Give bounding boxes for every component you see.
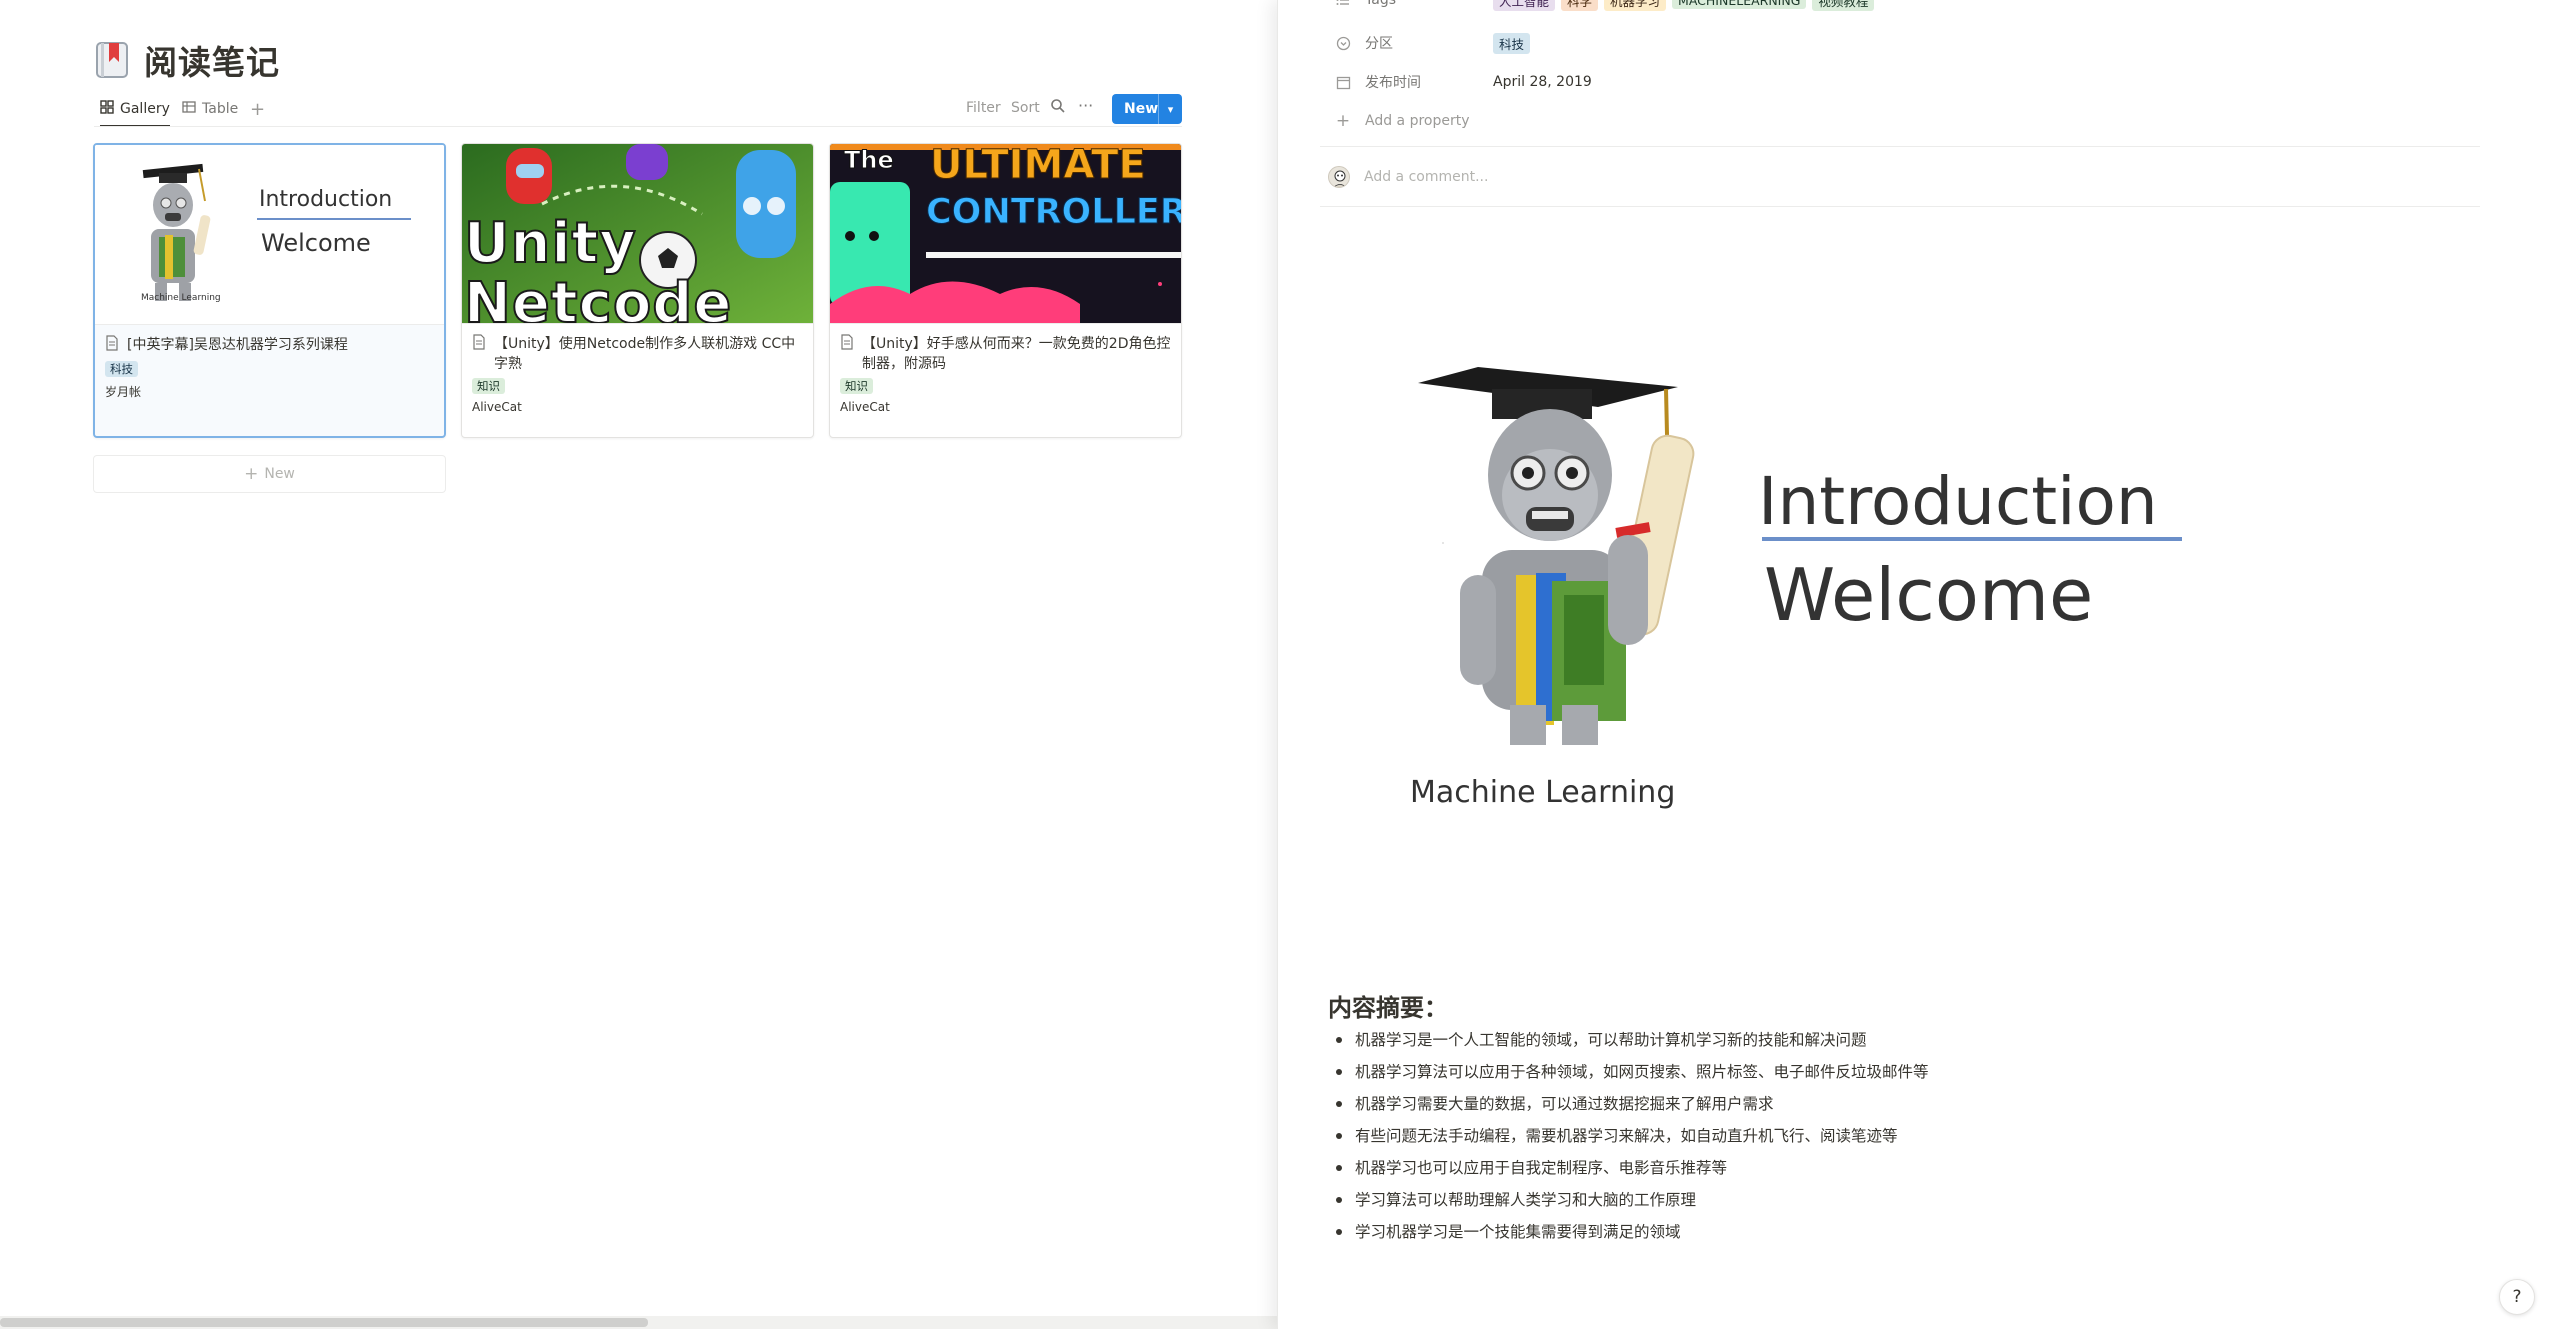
property-label: 发布时间 xyxy=(1365,75,1421,91)
tag-chip: MACHINELEARNING xyxy=(1672,0,1807,9)
card-meta: [中英字幕]吴恩达机器学习系列课程 科技 岁月帐 xyxy=(95,325,444,400)
sort-button[interactable]: Sort xyxy=(1011,100,1040,116)
table-icon xyxy=(182,100,196,118)
document-icon xyxy=(840,334,854,374)
tag-chip: 科学 xyxy=(1561,0,1599,11)
search-icon[interactable] xyxy=(1050,98,1066,118)
hero-heading: Introduction xyxy=(1758,463,2158,540)
tab-table-label: Table xyxy=(202,101,239,117)
comment-box[interactable]: Add a comment... xyxy=(1328,166,1488,188)
list-item[interactable]: 有些问题无法手动编程，需要机器学习来解决，如自动直升机飞行、阅读笔迹等 xyxy=(1333,1120,1929,1152)
divider xyxy=(1320,146,2480,147)
hero-image: Introduction Welcome Machine Learning xyxy=(1398,345,2298,905)
list-icon xyxy=(1333,0,1353,7)
card-title: [中英字幕]吴恩达机器学习系列课程 xyxy=(105,335,434,357)
card-tag: 知识 xyxy=(840,378,873,394)
card-cover-sub: Welcome xyxy=(261,229,371,257)
summary-heading[interactable]: 内容摘要： xyxy=(1328,988,1448,1023)
list-item[interactable]: 学习机器学习是一个技能集需要得到满足的领域 xyxy=(1333,1216,1929,1248)
page-title: 阅读笔记 xyxy=(94,36,280,84)
category-chip: 科技 xyxy=(1493,32,1531,54)
plus-icon: + xyxy=(1335,111,1351,131)
tab-gallery-label: Gallery xyxy=(120,101,170,117)
tag-chip: 人工智能 xyxy=(1493,0,1556,11)
gallery-icon xyxy=(100,100,114,118)
add-new-card-button[interactable]: + New xyxy=(93,455,446,493)
card-cover-text-2: ULTIMATE xyxy=(930,144,1147,189)
card-cover-text: Unity Netcode xyxy=(463,211,733,324)
card-title-text: 【Unity】使用Netcode制作多人联机游戏 CC中字熟 xyxy=(494,336,796,372)
gallery-card[interactable]: The ULTIMATE CONTROLLER 【Unity】好手感从何而来？一… xyxy=(829,143,1182,438)
comment-placeholder: Add a comment... xyxy=(1364,169,1489,185)
card-cover-text-1: The xyxy=(844,146,895,175)
add-property-label: Add a property xyxy=(1365,113,1470,129)
chevron-down-icon[interactable]: ▾ xyxy=(1159,103,1182,116)
avatar xyxy=(1328,166,1350,188)
tab-table[interactable]: Table xyxy=(182,96,238,122)
add-property-button[interactable]: + Add a property xyxy=(1333,109,1470,133)
plus-icon: + xyxy=(250,98,266,120)
card-title: 【Unity】好手感从何而来？一款免费的2D角色控制器，附源码 xyxy=(840,334,1171,374)
list-item[interactable]: 机器学习需要大量的数据，可以通过数据挖掘来了解用户需求 xyxy=(1333,1088,1929,1120)
property-value: April 28, 2019 xyxy=(1493,74,1592,90)
hero-caption: Machine Learning xyxy=(1410,775,1676,810)
property-date[interactable]: 发布时间 April 28, 2019 xyxy=(1333,70,1592,94)
card-cover: Unity Netcode xyxy=(462,144,813,324)
card-cover-text-3: CONTROLLER xyxy=(926,192,1181,233)
property-tags[interactable]: Tags 人工智能 科学 机器学习 MACHINELEARNING 视频教程 xyxy=(1333,0,1875,12)
document-icon xyxy=(105,335,119,357)
card-meta: 【Unity】好手感从何而来？一款免费的2D角色控制器，附源码 知识 Alive… xyxy=(830,324,1181,414)
card-cover: The ULTIMATE CONTROLLER xyxy=(830,144,1181,324)
select-circle-icon xyxy=(1333,36,1353,51)
add-new-label: New xyxy=(264,466,295,482)
help-button[interactable]: ? xyxy=(2499,1279,2535,1315)
list-item[interactable]: 机器学习算法可以应用于各种领域，如网页搜索、照片标签、电子邮件反垃圾邮件等 xyxy=(1333,1056,1929,1088)
view-bar: Gallery Table + Filter Sort ··· New ▾ xyxy=(94,92,1182,127)
card-title: 【Unity】使用Netcode制作多人联机游戏 CC中字熟 xyxy=(472,334,803,374)
card-author: AliveCat xyxy=(840,400,890,414)
new-button-label: New xyxy=(1124,101,1159,117)
card-tag: 知识 xyxy=(472,378,505,394)
property-value: 人工智能 科学 机器学习 MACHINELEARNING 视频教程 xyxy=(1493,0,1875,11)
property-label: Tags xyxy=(1365,0,1396,8)
summary-list: 机器学习是一个人工智能的领域，可以帮助计算机学习新的技能和解决问题 机器学习算法… xyxy=(1333,1024,1929,1248)
property-value: 科技 xyxy=(1493,32,1531,54)
view-bar-divider xyxy=(94,126,1182,127)
tab-gallery[interactable]: Gallery xyxy=(100,96,170,127)
property-category[interactable]: 分区 科技 xyxy=(1333,31,1531,55)
hero-sub: Welcome xyxy=(1764,553,2094,637)
gallery-card[interactable]: Introduction Welcome Machine Learning [中… xyxy=(93,143,446,438)
property-label: 分区 xyxy=(1365,36,1393,52)
list-item[interactable]: 学习算法可以帮助理解人类学习和大脑的工作原理 xyxy=(1333,1184,1929,1216)
gallery-card[interactable]: Unity Netcode 【Unity】使用Netcode制作多人联机游戏 C… xyxy=(461,143,814,438)
add-view-button[interactable]: + xyxy=(250,96,265,122)
scrollbar-thumb[interactable] xyxy=(0,1318,648,1327)
tag-chip: 视频教程 xyxy=(1812,0,1875,11)
page-peek-pane: Tags 人工智能 科学 机器学习 MACHINELEARNING 视频教程 分… xyxy=(1277,0,2557,1329)
list-item[interactable]: 机器学习是一个人工智能的领域，可以帮助计算机学习新的技能和解决问题 xyxy=(1333,1024,1929,1056)
document-icon xyxy=(472,334,486,374)
horizontal-scrollbar[interactable] xyxy=(0,1316,1277,1329)
card-tag: 科技 xyxy=(105,361,138,377)
cover-underline xyxy=(257,218,411,220)
database-title[interactable]: 阅读笔记 xyxy=(144,36,280,84)
card-author: AliveCat xyxy=(472,400,522,414)
bookmark-book-icon[interactable] xyxy=(94,40,130,80)
card-cover-caption: Machine Learning xyxy=(141,293,221,303)
card-author: 岁月帐 xyxy=(105,385,142,399)
card-title-text: [中英字幕]吴恩达机器学习系列课程 xyxy=(127,337,348,353)
card-cover: Introduction Welcome Machine Learning xyxy=(95,145,444,325)
new-button[interactable]: New ▾ xyxy=(1112,94,1182,124)
card-title-text: 【Unity】好手感从何而来？一款免费的2D角色控制器，附源码 xyxy=(862,336,1171,372)
more-options-button[interactable]: ··· xyxy=(1078,96,1093,115)
plus-icon: + xyxy=(244,464,259,484)
card-cover-heading: Introduction xyxy=(259,187,393,212)
database-pane: 阅读笔记 Gallery Table + Filter Sort ··· New… xyxy=(0,0,1277,1329)
tag-chip: 机器学习 xyxy=(1604,0,1667,11)
divider xyxy=(1320,206,2480,207)
list-item[interactable]: 机器学习也可以应用于自我定制程序、电影音乐推荐等 xyxy=(1333,1152,1929,1184)
card-meta: 【Unity】使用Netcode制作多人联机游戏 CC中字熟 知识 AliveC… xyxy=(462,324,813,414)
calendar-icon xyxy=(1333,75,1353,90)
filter-button[interactable]: Filter xyxy=(966,100,1001,116)
